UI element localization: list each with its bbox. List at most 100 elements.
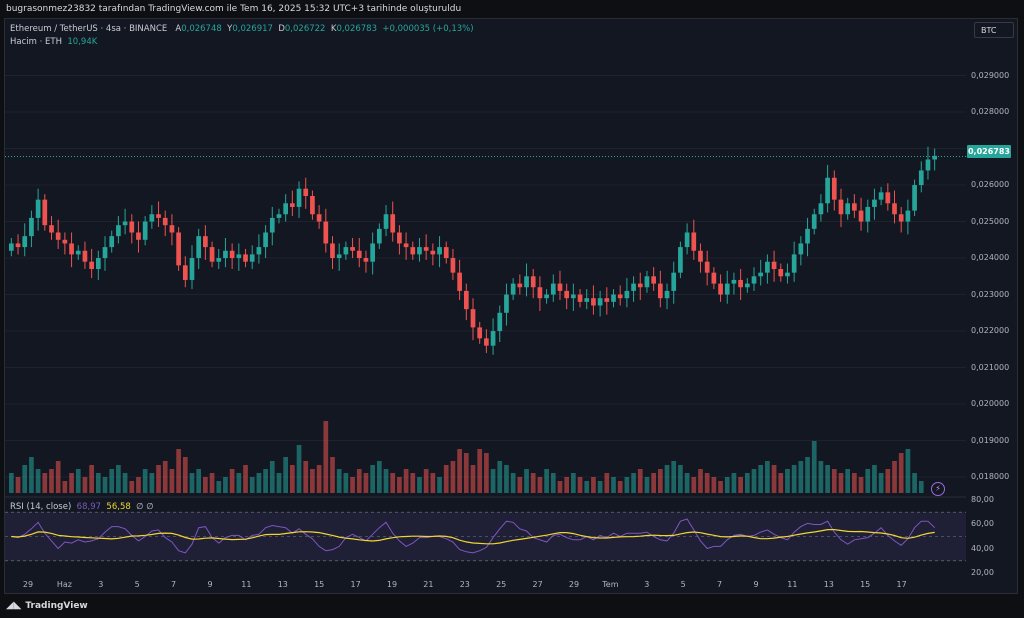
volume-bar: [691, 477, 697, 493]
volume-bar: [323, 421, 329, 493]
date-tick-label: Tem: [602, 580, 619, 589]
candle-body: [778, 269, 784, 277]
volume-bar: [744, 473, 750, 493]
volume-bar: [537, 477, 543, 493]
low-value: 0,026722: [284, 24, 326, 34]
candle-body: [162, 217, 168, 226]
volume-bar: [771, 465, 777, 493]
volume-bar: [296, 445, 302, 493]
candle-body: [571, 294, 576, 299]
rsi-extra: ∅ ∅: [136, 502, 154, 512]
volume-bar: [490, 469, 496, 493]
candle-body: [718, 283, 723, 295]
volume-bar: [236, 473, 242, 493]
volume-bar: [885, 469, 891, 493]
date-tick-label: 9: [207, 580, 213, 589]
candle-body: [678, 247, 683, 273]
candle-body: [825, 177, 830, 204]
volume-bar: [838, 473, 844, 493]
volume-bar: [484, 453, 489, 493]
volume-bar: [203, 477, 208, 493]
candle-body: [691, 232, 697, 251]
tradingview-logo[interactable]: ◢◣ TradingView: [6, 600, 88, 611]
candle-body: [122, 221, 128, 226]
candle-body: [397, 232, 402, 244]
volume-bar: [102, 477, 108, 493]
date-tick-label: 13: [823, 580, 834, 589]
rsi-legend: RSI (14, close) 68,97 56,58 ∅ ∅: [10, 502, 154, 512]
symbol-legend: Ethereum / TetherUS · 4sa · BINANCE A0,0…: [10, 24, 474, 34]
volume-bar: [176, 449, 181, 493]
candle-body: [296, 188, 302, 207]
candle-body: [376, 228, 382, 244]
volume-bar: [544, 469, 549, 493]
volume-bar: [825, 465, 830, 493]
candle-body: [698, 250, 703, 262]
price-tick-label: 0,019000: [971, 435, 1010, 445]
volume-bar: [55, 461, 61, 493]
candle-body: [878, 192, 884, 200]
volume-bar: [82, 477, 88, 493]
volume-bar: [209, 473, 215, 493]
volume-bar: [738, 477, 743, 493]
date-tick-label: 15: [314, 580, 325, 589]
volume-bar: [905, 449, 911, 493]
volume-bar: [604, 473, 610, 493]
candle-body: [310, 196, 315, 215]
price-axis[interactable]: 0,0290000,0280000,0270000,0260000,025000…: [967, 19, 1017, 579]
volume-bar: [390, 473, 396, 493]
candle-body: [129, 221, 135, 233]
candle-body: [918, 170, 924, 186]
candle-body: [22, 236, 28, 248]
volume-bar: [591, 477, 596, 493]
candle-body: [564, 290, 570, 299]
candle-body: [457, 272, 462, 291]
candle-body: [423, 247, 429, 251]
candle-body: [69, 243, 74, 255]
volume-bar: [189, 473, 195, 493]
volume-bar: [831, 469, 837, 493]
candle-body: [845, 203, 851, 215]
volume-bar: [758, 465, 764, 493]
date-tick-label: 13: [277, 580, 288, 589]
candle-body: [604, 298, 610, 302]
volume-bar: [290, 465, 295, 493]
candle-body: [651, 276, 656, 284]
date-tick-label: 15: [860, 580, 871, 589]
change-value: +0,000035 (+0,13%): [382, 24, 474, 34]
rsi-value: 68,97: [76, 502, 102, 512]
volume-bar: [22, 465, 28, 493]
volume-bar: [122, 473, 128, 493]
volume-bar: [671, 461, 677, 493]
candle-body: [229, 250, 235, 259]
volume-bar: [631, 473, 636, 493]
candle-body: [657, 283, 663, 299]
candle-body: [550, 283, 556, 295]
volume-bar: [223, 477, 228, 493]
volume-bar: [410, 473, 416, 493]
volume-bar: [109, 469, 115, 493]
rsi-tick-label: 80,00: [971, 495, 994, 504]
volume-bar: [437, 477, 442, 493]
close-value: 0,026783: [336, 24, 377, 34]
candle-body: [276, 214, 282, 218]
rsi-tick-label: 20,00: [971, 568, 994, 577]
lightning-icon[interactable]: ⚡: [931, 482, 945, 496]
date-tick-label: 19: [386, 580, 398, 589]
volume-bar: [29, 457, 34, 493]
candle-body: [617, 294, 623, 299]
volume-bar: [303, 461, 309, 493]
volume-bar: [15, 477, 21, 493]
price-tick-label: 0,021000: [971, 362, 1010, 372]
candle-body: [932, 155, 937, 160]
candle-body: [303, 188, 309, 196]
date-tick-label: 23: [459, 580, 470, 589]
price-chart[interactable]: [0, 0, 1024, 618]
rsi-tick-label: 60,00: [971, 519, 994, 529]
price-tick-label: 0,029000: [971, 70, 1010, 80]
candle-body: [785, 272, 790, 277]
rsi-ma-value: 56,58: [106, 502, 131, 512]
volume-bar: [918, 481, 924, 493]
candle-body: [744, 283, 750, 288]
volume-bar: [363, 473, 369, 493]
